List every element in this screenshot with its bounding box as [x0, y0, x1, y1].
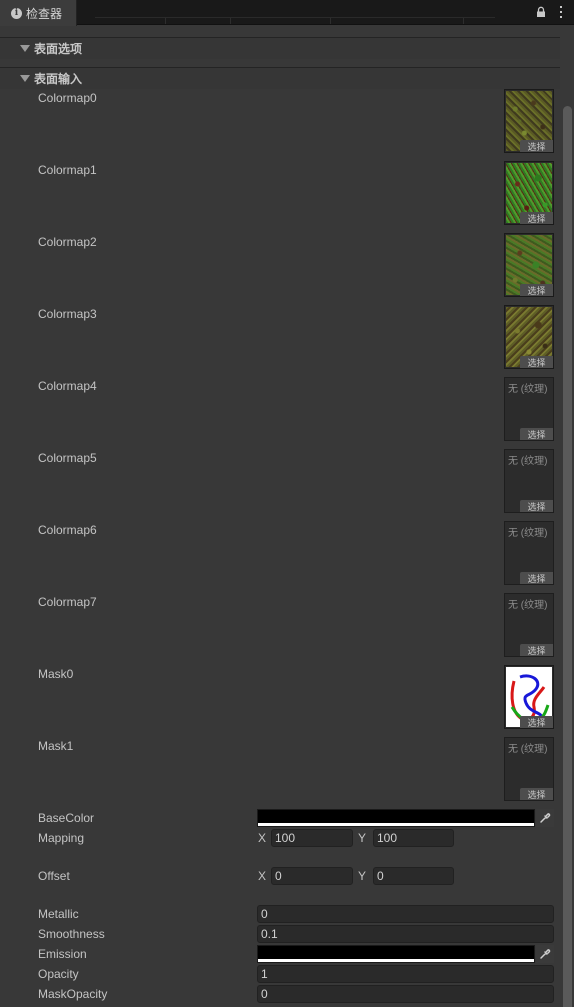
- texture-label: Colormap0: [38, 91, 97, 105]
- texture-none-text: 无 (纹理): [508, 600, 548, 611]
- texture-select-button[interactable]: 选择: [520, 284, 553, 296]
- texture-slot[interactable]: 无 (纹理) 选择: [504, 377, 554, 441]
- texture-label: Colormap1: [38, 163, 97, 177]
- texture-select-button[interactable]: 选择: [520, 428, 553, 440]
- tab-inspector[interactable]: i 检查器: [0, 0, 77, 26]
- tab-inspector-label: 检查器: [26, 6, 63, 21]
- metallic-input[interactable]: 0: [257, 905, 554, 923]
- texture-none-text: 无 (纹理): [508, 744, 548, 755]
- offset-y-input[interactable]: 0: [373, 867, 454, 885]
- alpha-bar: [258, 959, 534, 962]
- metallic-label: Metallic: [38, 907, 79, 921]
- scrollbar-thumb[interactable]: [563, 106, 572, 1007]
- tab-bar: i 检查器: [0, 0, 574, 26]
- texture-select-button[interactable]: 选择: [520, 356, 553, 368]
- alpha-bar: [258, 823, 534, 826]
- texture-select-button[interactable]: 选择: [520, 788, 553, 800]
- section-surface-inputs-label: 表面输入: [34, 72, 83, 86]
- emission-label: Emission: [38, 947, 87, 961]
- section-surface-inputs[interactable]: 表面输入: [0, 67, 560, 89]
- texture-slot[interactable]: 选择: [504, 305, 554, 369]
- texture-label: Colormap5: [38, 451, 97, 465]
- texture-slot[interactable]: 无 (纹理) 选择: [504, 449, 554, 513]
- texture-select-button[interactable]: 选择: [520, 572, 553, 584]
- texture-select-button[interactable]: 选择: [520, 644, 553, 656]
- texture-none-text: 无 (纹理): [508, 528, 548, 539]
- offset-label: Offset: [38, 869, 70, 883]
- texture-select-button[interactable]: 选择: [520, 716, 553, 728]
- section-surface-options-label: 表面选项: [34, 42, 83, 56]
- texture-slot[interactable]: 选择: [504, 89, 554, 153]
- texture-select-button[interactable]: 选择: [520, 500, 553, 512]
- foldout-arrow-icon: [20, 45, 30, 52]
- texture-label: Colormap7: [38, 595, 97, 609]
- smoothness-input[interactable]: 0.1: [257, 925, 554, 943]
- smoothness-label: Smoothness: [38, 927, 105, 941]
- mapping-x-input[interactable]: 100: [271, 829, 353, 847]
- section-surface-options[interactable]: 表面选项: [0, 37, 560, 59]
- base-color-label: BaseColor: [38, 811, 95, 825]
- lock-icon[interactable]: [535, 6, 547, 18]
- eyedropper-icon[interactable]: [536, 809, 554, 827]
- mapping-label: Mapping: [38, 831, 85, 845]
- texture-label: Colormap4: [38, 379, 97, 393]
- offset-x-label: X: [258, 869, 267, 883]
- texture-select-button[interactable]: 选择: [520, 140, 553, 152]
- texture-label: Mask1: [38, 739, 74, 753]
- mask-opacity-label: MaskOpacity: [38, 987, 108, 1001]
- emission-color-field[interactable]: [257, 945, 535, 963]
- texture-none-text: 无 (纹理): [508, 456, 548, 467]
- mapping-x-label: X: [258, 831, 267, 845]
- info-icon: i: [11, 7, 22, 19]
- texture-label: Mask0: [38, 667, 74, 681]
- offset-y-label: Y: [358, 869, 367, 883]
- texture-select-button[interactable]: 选择: [520, 212, 553, 224]
- foldout-arrow-icon: [20, 75, 30, 82]
- texture-label: Colormap6: [38, 523, 97, 537]
- scrollbar-track[interactable]: [560, 26, 574, 1007]
- texture-slot[interactable]: 无 (纹理) 选择: [504, 737, 554, 801]
- eyedropper-icon[interactable]: [536, 945, 554, 963]
- texture-label: Colormap2: [38, 235, 97, 249]
- texture-label: Colormap3: [38, 307, 97, 321]
- mapping-y-label: Y: [358, 831, 367, 845]
- texture-slot[interactable]: 选择: [504, 665, 554, 729]
- mask-opacity-input[interactable]: 0: [257, 985, 554, 1003]
- more-vertical-icon[interactable]: [558, 5, 564, 19]
- opacity-label: Opacity: [38, 967, 79, 981]
- opacity-input[interactable]: 1: [257, 965, 554, 983]
- texture-slot[interactable]: 选择: [504, 233, 554, 297]
- tab-strip-divider: [95, 17, 495, 24]
- texture-slot[interactable]: 无 (纹理) 选择: [504, 593, 554, 657]
- offset-x-input[interactable]: 0: [271, 867, 353, 885]
- texture-slot[interactable]: 无 (纹理) 选择: [504, 521, 554, 585]
- texture-none-text: 无 (纹理): [508, 384, 548, 395]
- mapping-y-input[interactable]: 100: [373, 829, 454, 847]
- texture-slot[interactable]: 选择: [504, 161, 554, 225]
- base-color-field[interactable]: [257, 809, 535, 827]
